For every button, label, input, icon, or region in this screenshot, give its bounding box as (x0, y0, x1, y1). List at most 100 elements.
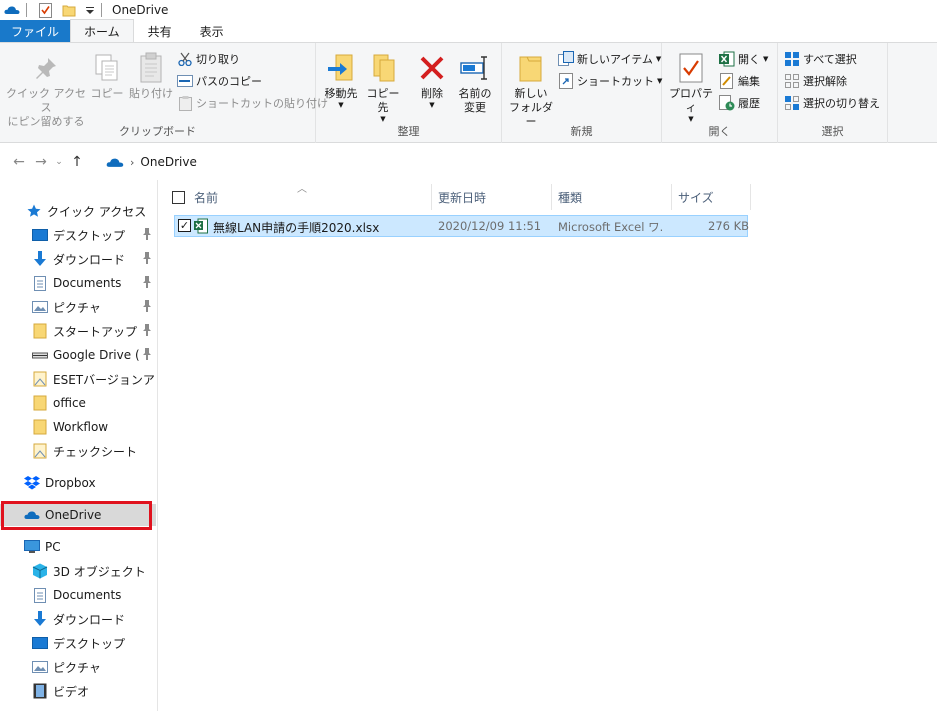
nav-qa-google-drive[interactable]: Google Drive (G: (0, 344, 158, 366)
column-divider[interactable] (551, 184, 552, 210)
nav-pc-desktop[interactable]: デスクトップ (0, 632, 158, 654)
open-group-label: 開く (708, 125, 731, 138)
column-divider[interactable] (431, 184, 432, 210)
invert-selection-icon (784, 95, 800, 111)
nav-qa-office[interactable]: office (0, 392, 158, 414)
nav-qa-pictures[interactable]: ピクチャ (0, 296, 158, 318)
tab-file[interactable]: ファイル (0, 20, 71, 42)
history-button[interactable]: 履歴 (719, 93, 760, 113)
pin-icon[interactable] (142, 348, 154, 362)
copy-to-dropdown-icon: ▼ (380, 115, 386, 123)
excel-icon (719, 51, 735, 67)
table-row[interactable]: ✓ 無線LAN申請の手順2020.xlsx 2020/12/09 11:51 M… (174, 215, 749, 237)
pin-icon[interactable] (142, 300, 154, 314)
copy-button[interactable]: コピー (90, 49, 124, 101)
desktop-icon (32, 635, 48, 651)
pin-icon[interactable] (142, 276, 154, 290)
breadcrumb-onedrive[interactable]: OneDrive (140, 155, 196, 169)
delete-button[interactable]: 削除 ▼ (414, 49, 450, 109)
nav-quick-access[interactable]: クイック アクセス (0, 200, 158, 222)
nav-qa-documents[interactable]: Documents (0, 272, 158, 294)
invert-selection-button[interactable]: 選択の切り替え (784, 93, 880, 113)
copy-to-button[interactable]: コピー先 ▼ (362, 49, 404, 123)
cut-button[interactable]: 切り取り (177, 49, 240, 69)
paste-button[interactable]: 貼り付け (128, 49, 174, 101)
title-bar: OneDrive (0, 0, 937, 20)
edit-button[interactable]: 編集 (719, 71, 760, 91)
pin-icon[interactable] (142, 228, 154, 242)
new-item-button[interactable]: 新しいアイテム ▼ (558, 49, 661, 69)
quick-access-toolbar (0, 0, 108, 20)
ribbon: クイック アクセス にピン留めする コピー 貼り付け 切り取り パスのコピー シ… (0, 43, 937, 143)
nav-pc-documents[interactable]: Documents (0, 584, 158, 606)
column-header-modified[interactable]: 更新日時 (438, 184, 486, 210)
open-group: プロパティ ▼ 開く ▼ 編集 履歴 開く (662, 43, 778, 143)
properties-dropdown-icon: ▼ (688, 115, 694, 123)
customize-toolbar-icon[interactable] (85, 2, 95, 18)
nav-pc-3d-objects[interactable]: 3D オブジェクト (0, 560, 158, 582)
nav-qa-checksheet[interactable]: チェックシート (0, 440, 158, 462)
nav-qa-startup[interactable]: スタートアップ (0, 320, 158, 342)
copy-icon (89, 49, 125, 87)
star-icon (26, 203, 42, 219)
column-divider[interactable] (671, 184, 672, 210)
tab-view[interactable]: 表示 (186, 20, 238, 42)
select-all-button[interactable]: すべて選択 (784, 49, 857, 69)
forward-arrow-icon[interactable]: → (30, 150, 52, 174)
rename-button[interactable]: 名前の 変更 (454, 49, 496, 115)
shortcut-label: ショートカット (577, 75, 654, 88)
breadcrumb-chevron-icon[interactable]: › (130, 156, 134, 169)
pin-icon[interactable] (142, 252, 154, 266)
nav-pc-pictures[interactable]: ピクチャ (0, 656, 158, 678)
nav-pc-label: ピクチャ (53, 660, 101, 675)
nav-qa-downloads[interactable]: ダウンロード (0, 248, 158, 270)
open-label: 開く (738, 53, 760, 66)
column-header-name[interactable]: 名前 (194, 184, 218, 210)
rename-icon (457, 49, 493, 87)
new-item-dropdown-icon: ▼ (655, 55, 662, 63)
shortcut-button[interactable]: ショートカット ▼ (558, 71, 662, 91)
nav-pc-label: PC (45, 540, 61, 554)
history-icon (719, 95, 735, 111)
nav-dropbox[interactable]: Dropbox (0, 472, 158, 494)
tab-home[interactable]: ホーム (70, 19, 134, 42)
select-none-button[interactable]: 選択解除 (784, 71, 847, 91)
move-to-dropdown-icon: ▼ (338, 101, 344, 109)
paste-shortcut-button[interactable]: ショートカットの貼り付け (177, 93, 328, 113)
column-divider[interactable] (750, 184, 751, 210)
organize-group: 移動先 ▼ コピー先 ▼ 削除 ▼ 名前の 変更 整理 (316, 43, 502, 143)
address-bar[interactable]: › OneDrive (106, 150, 937, 174)
nav-qa-desktop[interactable]: デスクトップ (0, 224, 158, 246)
nav-pc-downloads[interactable]: ダウンロード (0, 608, 158, 630)
nav-qa-label: Workflow (53, 420, 109, 434)
network-folder-icon (32, 371, 48, 387)
download-arrow-icon (32, 251, 48, 267)
recent-locations-chevron-icon[interactable]: ⌄ (52, 150, 66, 174)
nav-qa-eset[interactable]: ESETバージョンアップ (0, 368, 158, 390)
new-folder-quick-icon[interactable] (61, 2, 77, 18)
file-modified: 2020/12/09 11:51 (438, 219, 542, 233)
tab-share[interactable]: 共有 (134, 20, 186, 42)
row-checkbox[interactable]: ✓ (178, 219, 191, 232)
folder-icon (32, 395, 48, 411)
move-to-button[interactable]: 移動先 ▼ (320, 49, 362, 109)
column-header-type[interactable]: 種類 (558, 184, 582, 210)
new-folder-button[interactable]: 新しい フォルダー (506, 49, 556, 129)
nav-qa-workflow[interactable]: Workflow (0, 416, 158, 438)
select-all-checkbox[interactable] (172, 190, 185, 204)
pin-icon[interactable] (142, 324, 154, 338)
open-button[interactable]: 開く ▼ (719, 49, 768, 69)
back-arrow-icon[interactable]: ← (8, 150, 30, 174)
scissors-icon (177, 51, 193, 67)
select-none-icon (784, 73, 800, 89)
download-arrow-icon (32, 611, 48, 627)
column-header-size[interactable]: サイズ (678, 184, 714, 210)
nav-pc-videos[interactable]: ビデオ (0, 680, 158, 702)
up-arrow-icon[interactable]: ↑ (66, 150, 88, 174)
pin-to-quick-access-button[interactable]: クイック アクセス にピン留めする (6, 49, 86, 129)
copy-path-button[interactable]: パスのコピー (177, 71, 262, 91)
column-header-checkbox[interactable] (172, 184, 185, 210)
nav-pc[interactable]: PC (0, 536, 158, 558)
properties-button[interactable]: プロパティ ▼ (666, 49, 716, 123)
properties-quick-icon[interactable] (37, 2, 53, 18)
